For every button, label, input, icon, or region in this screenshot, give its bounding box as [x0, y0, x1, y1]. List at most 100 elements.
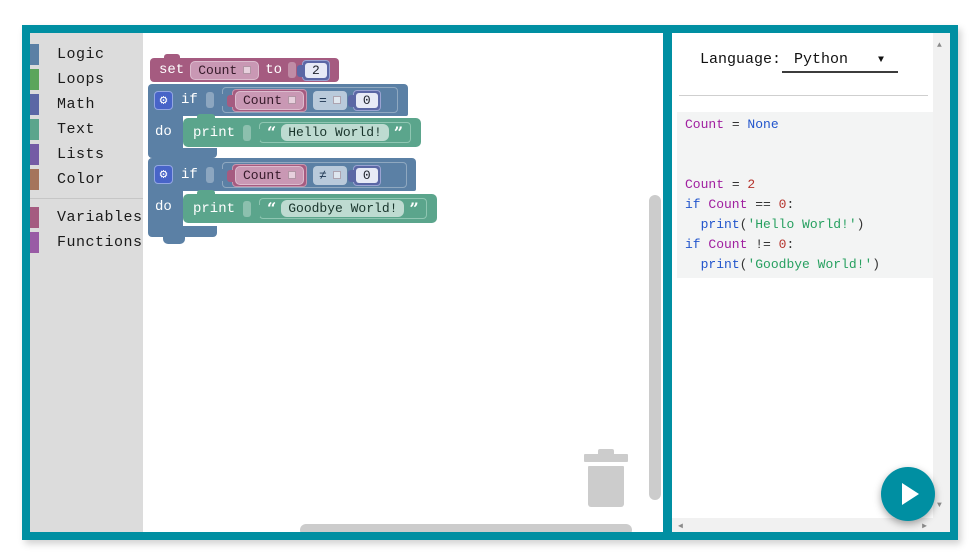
category-color-swatch [30, 44, 39, 65]
dropdown-arrow-icon [333, 171, 341, 179]
block-print[interactable]: print “ Hello World! ” [183, 118, 421, 147]
if-bottom-bar [148, 226, 217, 237]
operator: = [319, 93, 327, 108]
category-color-swatch [30, 144, 39, 165]
generated-code: Count = None Count = 2 if Count == 0: pr… [677, 112, 937, 278]
do-keyword: do [155, 199, 172, 215]
number-field[interactable]: 2 [305, 63, 327, 78]
next-connector-tab [163, 237, 185, 244]
condition-socket [206, 92, 214, 108]
sidebar-item-color[interactable]: Color [30, 167, 143, 192]
variable-name: Count [198, 63, 237, 78]
sidebar-item-loops[interactable]: Loops [30, 67, 143, 92]
close-quote-icon: ” [409, 201, 418, 217]
language-select[interactable]: Python ▼ [782, 47, 898, 73]
scroll-right-icon[interactable]: ▶ [922, 521, 927, 531]
code-token: 2 [747, 177, 755, 192]
code-token: if [685, 237, 708, 252]
code-token: Count [685, 117, 724, 132]
panel-vertical-scrollbar[interactable]: ▲ ▼ [933, 33, 950, 518]
open-quote-icon: “ [267, 125, 276, 141]
condition-socket [206, 167, 214, 183]
variable-name: Count [243, 93, 282, 108]
trash-icon[interactable] [584, 449, 628, 507]
block-print[interactable]: print “ Goodbye World! ” [183, 194, 437, 223]
variable-dropdown-field[interactable]: Count [190, 61, 259, 80]
number-field[interactable]: 0 [356, 93, 378, 108]
run-button[interactable] [881, 467, 935, 521]
scroll-up-icon[interactable]: ▲ [937, 41, 942, 50]
category-color-swatch [30, 169, 39, 190]
gear-icon[interactable]: ⚙ [154, 91, 173, 110]
block-number[interactable]: 0 [353, 90, 381, 111]
variable-dropdown-field[interactable]: Count [235, 166, 304, 185]
output-panel: Language: Python ▼ Count = None Count = … [663, 33, 950, 532]
code-line: print('Goodbye World!') [685, 255, 937, 275]
workspace-canvas[interactable]: set Count to 2 ⚙ if Count [143, 33, 663, 532]
block-number[interactable]: 0 [353, 165, 381, 186]
block-variable-get[interactable]: Count [232, 164, 307, 187]
panel-horizontal-scrollbar[interactable]: ◀ ▶ [672, 518, 933, 532]
print-keyword: print [193, 125, 235, 141]
sidebar-item-logic[interactable]: Logic [30, 42, 143, 67]
code-token: Count [708, 197, 747, 212]
code-token: ) [872, 257, 880, 272]
if-bottom-bar [148, 148, 217, 158]
block-text[interactable]: “ Goodbye World! ” [259, 198, 427, 219]
language-value: Python [794, 51, 848, 68]
code-token [685, 257, 701, 272]
trash-body [588, 466, 624, 507]
number-field[interactable]: 0 [356, 168, 378, 183]
sidebar-item-label: Logic [57, 46, 105, 63]
sidebar-item-variables[interactable]: Variables [30, 205, 143, 230]
code-line [685, 155, 937, 175]
canvas-vertical-scrollbar[interactable] [649, 195, 661, 500]
code-line: Count = 2 [685, 175, 937, 195]
sidebar-item-math[interactable]: Math [30, 92, 143, 117]
block-set-variable[interactable]: set Count to 2 [150, 58, 339, 82]
sidebar-item-label: Loops [57, 71, 105, 88]
chevron-down-icon: ▼ [878, 55, 884, 66]
code-token: 'Goodbye World!' [747, 257, 872, 272]
scrollbar-corner [933, 518, 950, 532]
code-token: == [747, 197, 778, 212]
code-token: 'Hello World!' [747, 217, 856, 232]
operator-dropdown-field[interactable]: = [313, 91, 347, 110]
scroll-left-icon[interactable]: ◀ [678, 521, 683, 531]
block-number[interactable]: 2 [302, 60, 330, 81]
if-keyword: if [181, 167, 198, 183]
play-icon [902, 483, 919, 505]
sidebar-item-label: Text [57, 121, 95, 138]
category-color-swatch [30, 207, 39, 228]
text-field[interactable]: Goodbye World! [281, 200, 404, 217]
open-quote-icon: “ [267, 201, 276, 217]
sidebar-item-text[interactable]: Text [30, 117, 143, 142]
block-logic-compare[interactable]: Count = 0 [222, 87, 398, 113]
app-window: Logic Loops Math Text Lists Color Variab… [22, 25, 958, 540]
sidebar-item-label: Color [57, 171, 105, 188]
gear-icon[interactable]: ⚙ [154, 165, 173, 184]
code-token: if [685, 197, 708, 212]
text-field[interactable]: Hello World! [281, 124, 389, 141]
block-variable-get[interactable]: Count [232, 89, 307, 112]
if-keyword: if [181, 92, 198, 108]
sidebar-item-label: Math [57, 96, 95, 113]
sidebar-item-label: Lists [57, 146, 105, 163]
value-socket [243, 201, 251, 217]
to-keyword: to [265, 62, 282, 78]
sidebar-item-lists[interactable]: Lists [30, 142, 143, 167]
block-logic-compare[interactable]: Count ≠ 0 [222, 162, 407, 188]
code-token: Count [708, 237, 747, 252]
category-color-swatch [30, 232, 39, 253]
close-quote-icon: ” [394, 125, 403, 141]
operator: ≠ [319, 168, 327, 183]
block-text[interactable]: “ Hello World! ” [259, 122, 411, 143]
operator-dropdown-field[interactable]: ≠ [313, 166, 347, 185]
code-token: print [701, 217, 740, 232]
sidebar-item-label: Variables [57, 209, 143, 226]
variable-dropdown-field[interactable]: Count [235, 91, 304, 110]
dropdown-arrow-icon [288, 96, 296, 104]
scroll-down-icon[interactable]: ▼ [937, 501, 942, 510]
canvas-horizontal-scrollbar[interactable] [300, 524, 632, 532]
sidebar-item-functions[interactable]: Functions [30, 230, 143, 255]
